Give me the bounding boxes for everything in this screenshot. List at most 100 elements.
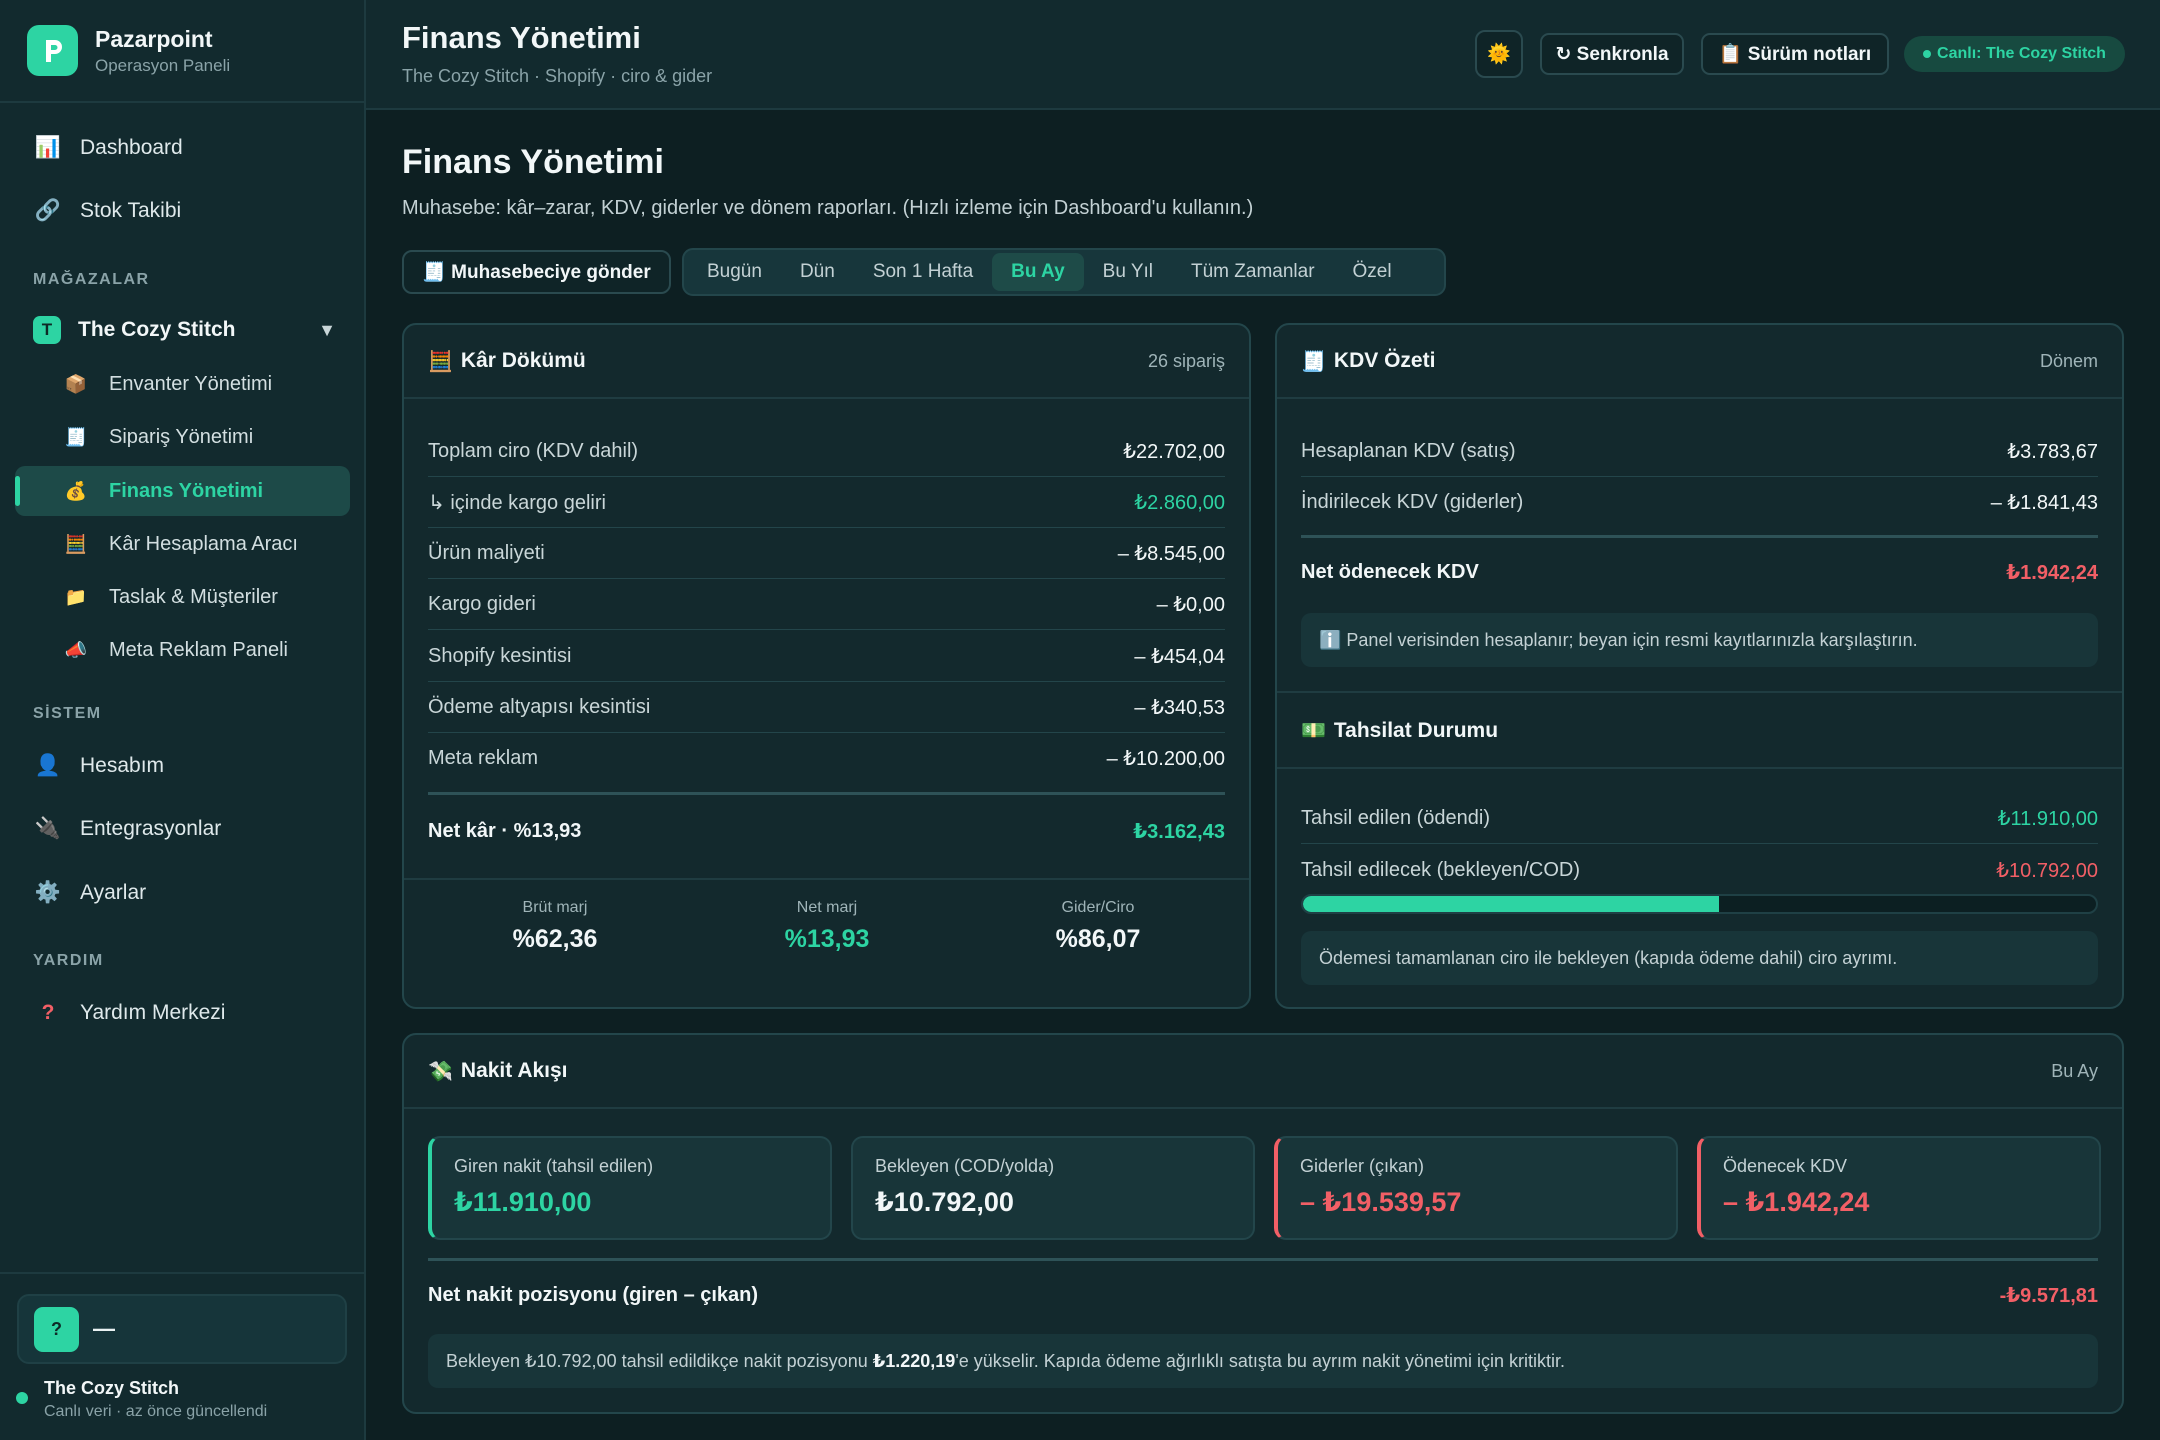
theme-toggle-button[interactable]: 🌞 — [1475, 30, 1523, 78]
row-label: Toplam ciro (KDV dahil) — [428, 439, 639, 462]
profit-row: Shopify kesintisi – ₺454,04 — [428, 631, 1225, 682]
live-store-status-text: Canlı veri · az önce güncellendi — [44, 1403, 268, 1420]
caret-down-icon[interactable]: ▼ — [318, 320, 336, 341]
cash-in-label: Giren nakit (tahsil edilen) — [454, 1156, 654, 1176]
user-card[interactable]: ? — — [17, 1294, 347, 1364]
divider — [404, 878, 1249, 880]
vat-info-note: ℹ️ Panel verisinden hesaplanır; beyan iç… — [1301, 613, 2098, 667]
range-last-week[interactable]: Son 1 Hafta — [854, 253, 992, 291]
sun-icon: 🌞 — [1487, 44, 1511, 65]
nav-finance-label: Finans Yönetimi — [109, 479, 264, 502]
nav-account[interactable]: 👤 Hesabım — [15, 741, 350, 791]
vat-card-header: 🧾 KDV Özeti Dönem — [1277, 325, 2122, 399]
cash-flow-header: 💸 Nakit Akışı Bu Ay — [404, 1035, 2122, 1109]
live-store-pill: Canlı: The Cozy Stitch — [1904, 36, 2125, 72]
plug-icon: 🔌 — [34, 817, 62, 840]
collection-progress-fill — [1303, 896, 1720, 912]
range-custom[interactable]: Özel — [1334, 253, 1411, 291]
nav-stock[interactable]: 🔗 Stok Takibi — [15, 186, 350, 236]
topbar-subtitle: The Cozy Stitch · Shopify · ciro & gider — [402, 66, 713, 86]
net-profit-label: Net kâr · %13,93 — [428, 819, 582, 842]
collected-label: Tahsil edilen (ödendi) — [1301, 806, 1491, 829]
net-cash-value: -₺9.571,81 — [1999, 1284, 2098, 1307]
row-value: – ₺454,04 — [1134, 645, 1225, 668]
user-name: — — [93, 1316, 115, 1341]
row-label: Meta reklam — [428, 747, 539, 769]
vat-payable-box: Ödenecek KDV – ₺1.942,24 — [1697, 1136, 2101, 1240]
nav-inventory-label: Envanter Yönetimi — [109, 372, 273, 395]
row-label: Hesaplanan KDV (satış) — [1301, 439, 1516, 462]
net-vat-value: ₺1.942,24 — [2006, 561, 2098, 584]
nav-finance[interactable]: 💰 Finans Yönetimi — [15, 466, 350, 516]
vat-payable-label: Ödenecek KDV — [1723, 1156, 1848, 1176]
brand[interactable]: Pazarpoint Operasyon Paneli — [0, 0, 364, 103]
range-today[interactable]: Bugün — [688, 253, 781, 291]
expenses-box: Giderler (çıkan) – ₺19.539,57 — [1274, 1136, 1678, 1240]
nav-settings[interactable]: ⚙️ Ayarlar — [15, 868, 350, 918]
net-vat-row: Net ödenecek KDV ₺1.942,24 — [1301, 544, 2098, 600]
nav-integrations-label: Entegrasyonlar — [80, 817, 222, 840]
vat-period: Dönem — [2039, 350, 2098, 371]
avatar: ? — [34, 1306, 79, 1352]
row-label: Ödeme altyapısı kesintisi — [428, 695, 651, 718]
range-this-month[interactable]: Bu Ay — [992, 253, 1084, 291]
money-icon: 💵 — [1301, 720, 1326, 742]
brand-logo-icon — [27, 25, 78, 76]
row-value: – ₺10.200,00 — [1106, 748, 1225, 770]
nav-account-label: Hesabım — [80, 754, 165, 777]
nav-inventory[interactable]: 📦 Envanter Yönetimi — [45, 359, 350, 409]
range-all-time[interactable]: Tüm Zamanlar — [1172, 253, 1334, 291]
vat-row: İndirilecek KDV (giderler) – ₺1.841,43 — [1301, 477, 2098, 528]
box-icon: 📦 — [64, 373, 88, 394]
profit-row: Ürün maliyeti – ₺8.545,00 — [428, 528, 1225, 579]
section-help: YARDIM — [33, 952, 104, 969]
row-value: – ₺0,00 — [1156, 593, 1225, 616]
nav-help-center[interactable]: ? Yardım Merkezi — [15, 988, 350, 1038]
brand-name: Pazarpoint — [95, 25, 213, 52]
nav-integrations[interactable]: 🔌 Entegrasyonlar — [15, 804, 350, 854]
pending-row: Tahsil edilecek (bekleyen/COD) ₺10.792,0… — [1301, 845, 2098, 896]
nav-orders-label: Sipariş Yönetimi — [109, 425, 254, 448]
nav-meta-ads[interactable]: 📣 Meta Reklam Paneli — [45, 625, 350, 675]
collected-value: ₺11.910,00 — [1997, 807, 2098, 830]
page-description: Muhasebe: kâr–zarar, KDV, giderler ve dö… — [402, 197, 1254, 219]
collected-row: Tahsil edilen (ödendi) ₺11.910,00 — [1301, 793, 2098, 844]
folder-icon: 📁 — [64, 586, 88, 607]
vat-payable-value: – ₺1.942,24 — [1723, 1187, 1870, 1217]
profit-row: ↳ içinde kargo geliri ₺2.860,00 — [428, 477, 1225, 528]
nav-orders[interactable]: 🧾 Sipariş Yönetimi — [45, 412, 350, 462]
sync-button[interactable]: ↻ Senkronla — [1540, 33, 1684, 75]
cash-flow-card: 💸 Nakit Akışı Bu Ay Giren nakit (tahsil … — [402, 1033, 2124, 1414]
pending-value: ₺10.792,00 — [1996, 860, 2098, 882]
section-stores: MAĞAZALAR — [33, 271, 150, 288]
collection-section-title: 💵 Tahsilat Durumu — [1301, 718, 1498, 743]
expense-ratio-label: Gider/Ciro — [1061, 899, 1135, 916]
nav-dashboard[interactable]: 📊 Dashboard — [15, 123, 350, 173]
store-name: The Cozy Stitch — [78, 318, 236, 341]
release-notes-button[interactable]: 📋 Sürüm notları — [1701, 33, 1889, 75]
sidebar-footer: ? — The Cozy Stitch Canlı veri · az önce… — [0, 1272, 366, 1440]
range-yesterday[interactable]: Dün — [781, 253, 854, 291]
topbar: Finans Yönetimi The Cozy Stitch · Shopif… — [366, 0, 2160, 110]
gross-margin: Brüt marj %62,36 — [419, 899, 691, 954]
expense-ratio-value: %86,07 — [1055, 925, 1141, 953]
nav-drafts-customers[interactable]: 📁 Taslak & Müşteriler — [45, 572, 350, 622]
send-to-accountant-button[interactable]: 🧾 Muhasebeciye gönder — [402, 250, 671, 294]
brand-subtitle: Operasyon Paneli — [95, 55, 231, 75]
page-title: Finans Yönetimi — [402, 143, 664, 181]
receipt-icon: 🧾 — [1301, 350, 1326, 373]
range-this-year[interactable]: Bu Yıl — [1084, 253, 1172, 291]
nav-settings-label: Ayarlar — [80, 881, 147, 904]
pending-cash-box: Bekleyen (COD/yolda) ₺10.792,00 — [851, 1136, 1255, 1240]
profit-row: Meta reklam – ₺10.200,00 — [428, 733, 1225, 784]
store-selector[interactable]: T The Cozy Stitch ▼ — [15, 305, 350, 355]
cash-flow-title: Nakit Akışı — [460, 1059, 568, 1082]
note-prefix: Bekleyen ₺10.792,00 tahsil edildikçe nak… — [446, 1350, 873, 1371]
nav-profit-calculator[interactable]: 🧮 Kâr Hesaplama Aracı — [45, 519, 350, 569]
gross-margin-label: Brüt marj — [522, 899, 588, 916]
profit-breakdown-card: 🧮 Kâr Dökümü 26 sipariş Toplam ciro (KDV… — [402, 323, 1251, 1009]
nav-drafts-customers-label: Taslak & Müşteriler — [109, 585, 278, 608]
row-label: Ürün maliyeti — [428, 541, 545, 564]
net-margin-value: %13,93 — [784, 925, 870, 953]
profit-row: Kargo gideri – ₺0,00 — [428, 579, 1225, 630]
